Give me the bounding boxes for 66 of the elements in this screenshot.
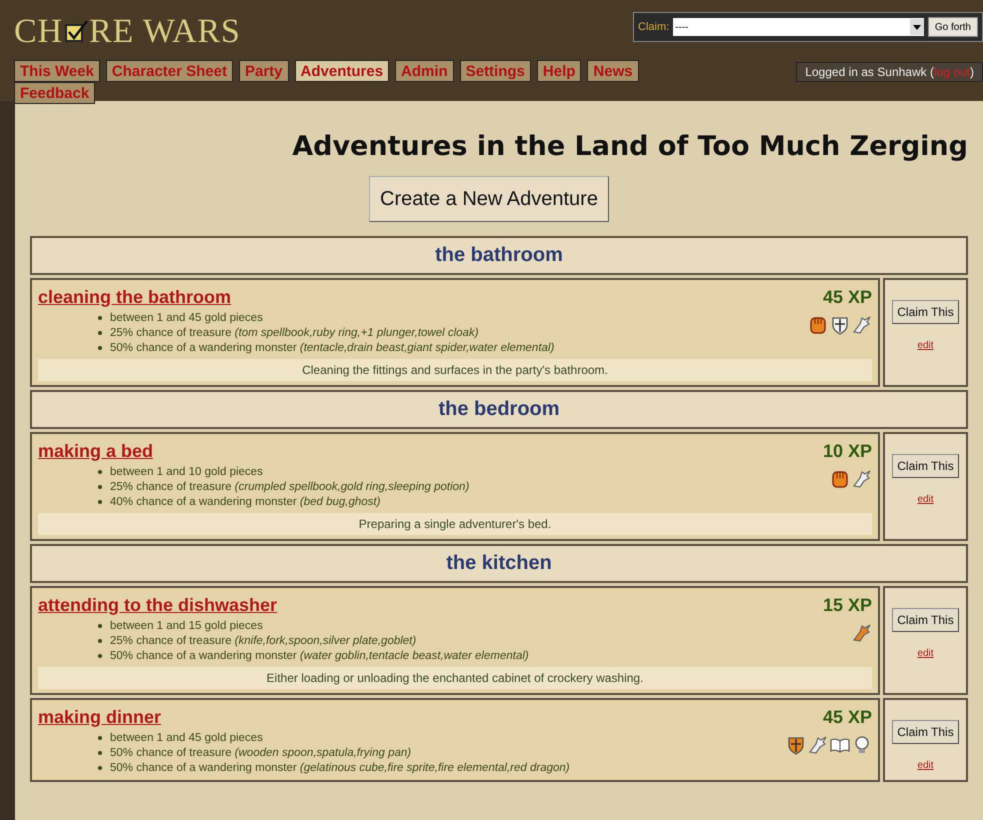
adventure-link[interactable]: making a bed [38,440,154,460]
treasure-text: 25% chance of treasure (knife,fork,spoon,silver plate,goblet) [110,634,416,648]
reward-text: between 1 and 15 gold pieces [110,618,263,634]
go-forth-button[interactable]: Go forth [928,17,978,37]
treasure-text: 25% chance of treasure (crumpled spellbook,gold ring,sleeping potion) [110,480,470,494]
room-header: the kitchen [30,544,968,582]
xp-value: 45 XP [822,706,872,728]
description-text: Preparing a single adventurer's bed. [38,512,872,534]
adventure-link[interactable]: attending to the dishwasher [38,594,278,614]
claim-button[interactable]: Claim This [892,720,959,744]
claim-button[interactable]: Claim This [892,454,959,478]
treasure-text: 50% chance of treasure (wooden spoon,spatula,frying pan) [110,746,412,760]
bullet-icon [98,331,102,335]
reward-text: between 1 and 45 gold pieces [110,310,263,326]
shield-icon [830,314,850,334]
checkbox-icon [62,18,89,44]
adventure-link[interactable]: making dinner [38,706,162,726]
bullet-icon [98,485,102,489]
bullet-icon [98,654,102,658]
winged-boot-icon [852,622,872,642]
claim-button[interactable]: Claim This [892,300,959,324]
winged-boot-icon [852,314,872,334]
xp-value: 45 XP [822,286,872,308]
nav-tab[interactable]: Adventures [294,60,390,82]
bullet-icon [98,766,102,770]
winged-boot-icon [808,734,828,754]
bullet-icon [98,639,102,643]
edit-link[interactable]: edit [917,758,934,772]
claim-label: Claim: [638,20,670,35]
bullet-icon [98,316,102,320]
treasure-text: 25% chance of treasure (tom spellbook,ruby ring,+1 plunger,towel cloak) [110,326,479,340]
adventure-link[interactable]: cleaning the bathroom [38,286,232,306]
bullet-icon [98,500,102,504]
login-text-end: ) [970,64,974,81]
bullet-icon [98,751,102,755]
edit-link[interactable]: edit [917,492,934,506]
room-header: the bedroom [30,390,968,428]
fist-icon [830,468,850,488]
claim-button[interactable]: Claim This [892,608,959,632]
reward-text: between 1 and 10 gold pieces [110,464,263,480]
winged-boot-icon [852,468,872,488]
edit-link[interactable]: edit [917,646,934,660]
claim-select[interactable]: ---- [673,18,924,36]
page-title: Adventures in the Land of Too Much Zerging [291,130,968,164]
description-text: Cleaning the fittings and surfaces in the party's bathroom. [38,358,872,380]
description-text: Either loading or unloading the enchanted cabinet of crockery washing. [38,666,872,688]
monster-text: 50% chance of a wandering monster (water goblin,tentacle beast,water elemental) [110,648,529,664]
logo-text: CH [14,12,63,52]
create-adventure-button[interactable]: Create a New Adventure [369,176,609,222]
claim-value: ---- [675,20,688,34]
monster-text: 50% chance of a wandering monster (tentacle,drain beast,giant spider,water elemental) [110,340,554,356]
xp-value: 10 XP [822,440,872,462]
shield-icon [786,734,806,754]
xp-value: 15 XP [822,594,872,616]
monster-text: 50% chance of a wandering monster (gelatinous cube,fire sprite,fire elemental,red dragon) [110,760,570,776]
monster-text: 40% chance of a wandering monster (bed bug,ghost) [110,494,380,510]
fist-icon [808,314,828,334]
bullet-icon [98,346,102,350]
logo-text: RE WARS [88,12,241,52]
bullet-icon [98,470,102,474]
login-text: Logged in as Sunhawk ( [805,64,934,81]
reward-text: between 1 and 45 gold pieces [110,730,263,746]
edit-link[interactable]: edit [917,338,934,352]
bullet-icon [98,736,102,740]
bullet-icon [98,624,102,628]
room-header: the bathroom [30,236,968,274]
